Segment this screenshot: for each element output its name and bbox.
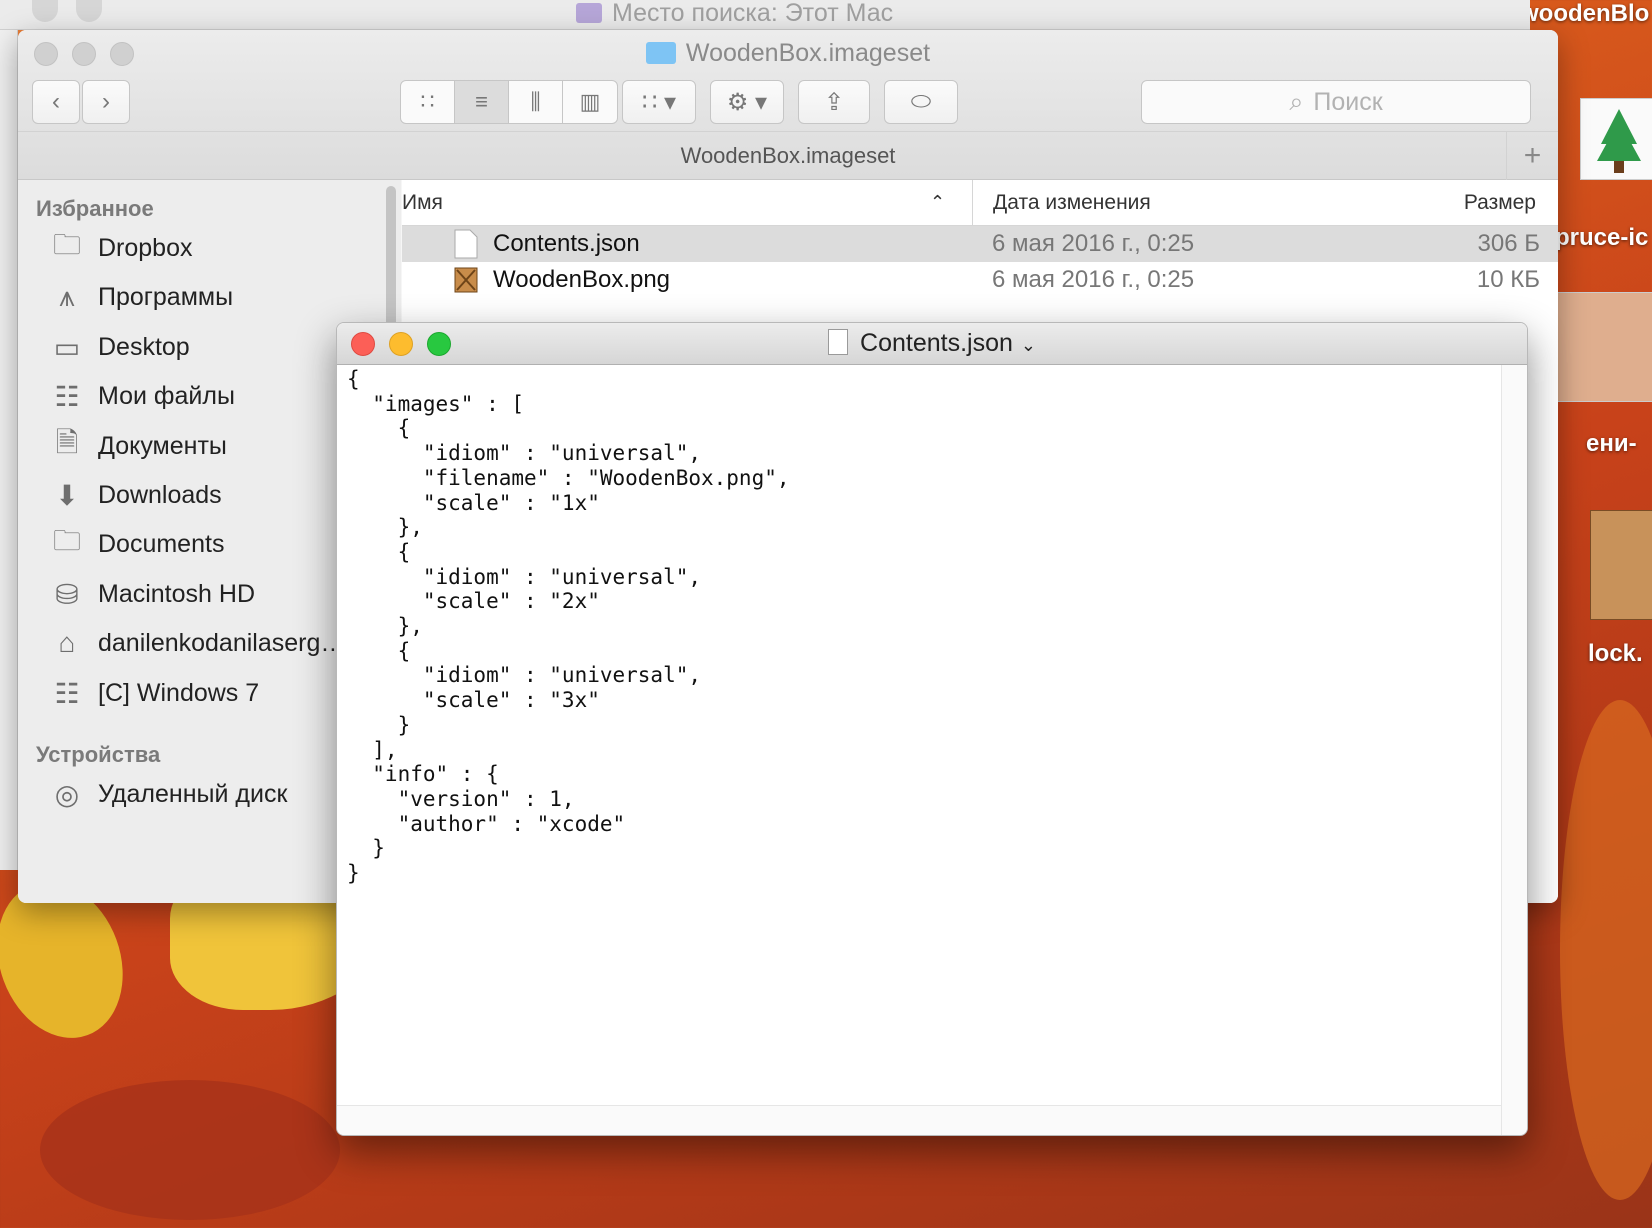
list-view-button[interactable]: ≡ [455, 81, 509, 123]
search-icon: ⌕ [1289, 87, 1304, 116]
hard-drive-icon: ⛁ [55, 578, 79, 610]
sidebar-item-documents-ru[interactable]: 🗎 Документы [50, 426, 227, 466]
sidebar-item-all-files[interactable]: ☷ Мои файлы [50, 376, 234, 416]
sidebar-item-remote-disc[interactable]: ◎ Удаленный диск [50, 774, 288, 814]
column-header-size[interactable]: Размер [1464, 191, 1536, 215]
folder-icon: 🗀 [52, 229, 81, 260]
window-title: WoodenBox.imageset [18, 39, 1558, 68]
applications-icon: ⩚ [59, 280, 75, 312]
folder-icon: 🗀 [52, 525, 81, 556]
document-title[interactable]: Contents.json ⌄ [337, 329, 1527, 358]
columns-icon: ⫼ [530, 89, 541, 114]
file-row[interactable]: Contents.json 6 мая 2016 г., 0:25 306 Б [402, 226, 1558, 262]
chevron-left-icon: ‹ [52, 88, 60, 115]
arrange-icon: ∷ ▾ [642, 88, 676, 116]
column-header-name[interactable]: Имя [402, 191, 443, 215]
sidebar-item-documents[interactable]: 🗀 Documents [50, 524, 224, 564]
texture-icon[interactable] [1556, 292, 1652, 402]
background-finder-window[interactable]: Место поиска: Этот Мас [0, 0, 1530, 30]
share-icon: ⇪ [823, 88, 845, 116]
sidebar-item-dropbox[interactable]: 🗀 Dropbox [50, 228, 193, 268]
sort-ascending-icon: ⌃ [930, 192, 946, 212]
wallpaper-shape [40, 1080, 340, 1220]
file-row[interactable]: WoodenBox.png 6 мая 2016 г., 0:25 10 КБ [402, 262, 1558, 298]
file-name: Contents.json [493, 230, 640, 257]
document-icon [454, 229, 478, 259]
text-editor-window[interactable]: Contents.json ⌄ { "images" : [ { "idiom" … [336, 322, 1528, 1136]
folder-icon [645, 42, 676, 64]
spruce-icon[interactable] [1580, 98, 1652, 180]
window-controls [32, 0, 120, 27]
gear-icon: ⚙ ▾ [726, 88, 768, 116]
search-field[interactable]: ⌕ Поиск [1141, 80, 1531, 124]
column-view-button[interactable]: ⫼ [509, 81, 563, 123]
grid-icon: ∷ [420, 89, 435, 114]
sidebar-item-macintosh-hd[interactable]: ⛁ Macintosh HD [50, 574, 255, 614]
all-files-icon: ☷ [54, 380, 80, 412]
plus-icon: + [1523, 139, 1542, 172]
vertical-scrollbar[interactable] [1501, 365, 1527, 1135]
tag-icon: ⬭ [910, 88, 932, 115]
wooden-block-icon[interactable] [1590, 510, 1652, 620]
file-size: 10 КБ [1476, 266, 1540, 293]
editor-text-area[interactable]: { "images" : [ { "idiom" : "universal", … [347, 367, 1501, 1105]
horizontal-scrollbar[interactable] [337, 1105, 1501, 1135]
arrange-button[interactable]: ∷ ▾ [622, 80, 696, 124]
document-icon [828, 329, 849, 355]
list-icon: ≡ [475, 89, 488, 114]
tab-title[interactable]: WoodenBox.imageset [681, 143, 896, 169]
finder-toolbar: WoodenBox.imageset ‹ › ∷ ≡ ⫼ ▥ ∷ ▾ ⚙ ▾ ⇪… [18, 30, 1558, 180]
file-date: 6 мая 2016 г., 0:25 [992, 266, 1195, 293]
sidebar-item-home[interactable]: ⌂ danilenkodanilaserg… [50, 623, 346, 663]
sidebar-section-devices: Устройства [36, 742, 161, 767]
desktop-file-label[interactable]: lock. [1588, 640, 1643, 668]
search-placeholder: Поиск [1313, 87, 1383, 116]
downloads-icon: ⬇ [55, 479, 79, 511]
action-button[interactable]: ⚙ ▾ [710, 80, 784, 124]
forward-button[interactable]: › [82, 80, 130, 124]
network-drive-icon: ☷ [54, 677, 80, 709]
column-header-date[interactable]: Дата изменения [972, 180, 1151, 226]
chevron-down-icon: ⌄ [1020, 335, 1036, 355]
desktop-file-label[interactable]: woodenBlo [1520, 0, 1649, 28]
editor-titlebar: Contents.json ⌄ [337, 323, 1527, 365]
chevron-right-icon: › [102, 88, 110, 115]
desktop-icon: ▭ [53, 331, 81, 363]
cover-flow-button[interactable]: ▥ [563, 81, 617, 123]
image-file-icon [454, 267, 478, 293]
background-window-edge [0, 30, 18, 870]
documents-icon: 🗎 [55, 427, 79, 458]
tags-button[interactable]: ⬭ [884, 80, 958, 124]
sidebar-section-favorites: Избранное [36, 196, 154, 221]
back-button[interactable]: ‹ [32, 80, 80, 124]
column-header: Имя ⌃ Дата изменения Размер [402, 180, 1558, 226]
tab-bar[interactable]: WoodenBox.imageset + [18, 131, 1558, 180]
view-mode-control[interactable]: ∷ ≡ ⫼ ▥ [400, 80, 618, 124]
cover-flow-icon: ▥ [579, 89, 601, 114]
file-size: 306 Б [1477, 230, 1540, 257]
sidebar-item-applications[interactable]: ⩚ Программы [50, 277, 233, 317]
new-tab-button[interactable]: + [1506, 132, 1558, 180]
sidebar-item-windows[interactable]: ☷ [C] Windows 7 [50, 673, 259, 713]
desktop-file-label[interactable]: pruce-ic [1555, 224, 1648, 252]
desktop-file-label[interactable]: ени- [1586, 430, 1637, 458]
icon-view-button[interactable]: ∷ [401, 81, 455, 123]
search-folder-icon [576, 3, 602, 23]
window-title: Место поиска: Этот Мас [576, 0, 893, 27]
home-icon: ⌂ [58, 627, 76, 658]
wallpaper-shape [1560, 700, 1652, 1200]
sidebar-item-desktop[interactable]: ▭ Desktop [50, 327, 190, 367]
share-button[interactable]: ⇪ [798, 80, 870, 124]
file-date: 6 мая 2016 г., 0:25 [992, 230, 1195, 257]
file-name: WoodenBox.png [493, 266, 671, 293]
disc-icon: ◎ [54, 778, 80, 810]
sidebar-item-downloads[interactable]: ⬇ Downloads [50, 475, 221, 515]
